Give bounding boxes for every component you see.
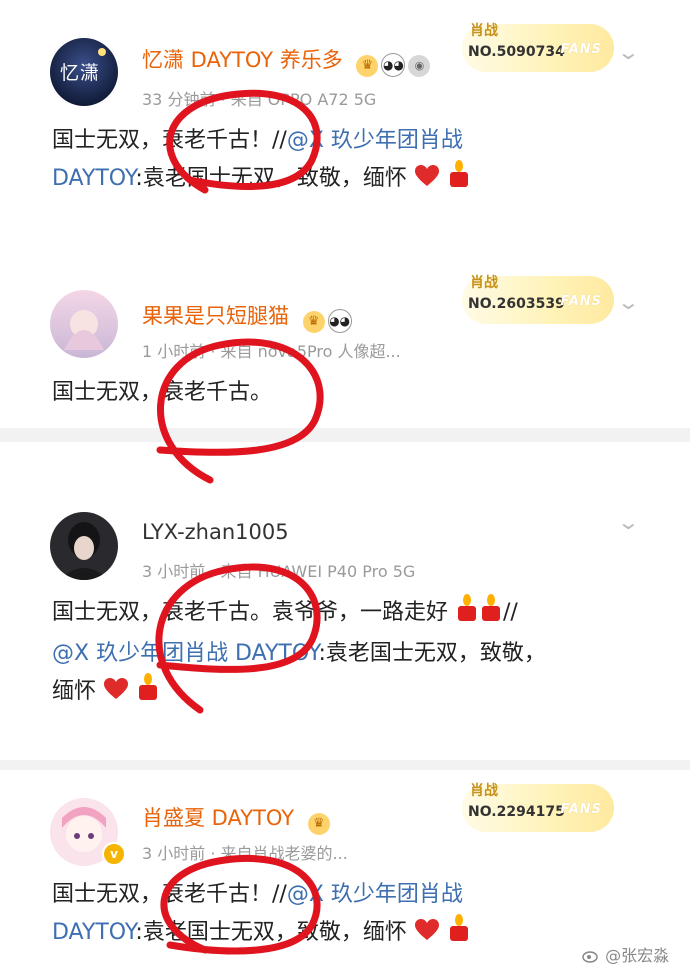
- watermark-text: @张宏淼: [605, 946, 670, 965]
- comment-card-3: LYX-zhan1005 3 小时前 · 来自 HUAWEI P40 Pro 5…: [0, 442, 690, 742]
- fans-tag: FANS: [560, 294, 602, 309]
- post-meta: 3 小时前 · 来自 HUAWEI P40 Pro 5G: [142, 562, 416, 581]
- post-meta: 33 分钟前 · 来自 OPPO A72 5G: [142, 90, 377, 109]
- heart-icon: [414, 917, 440, 955]
- username-text[interactable]: 果果是只短腿猫: [142, 304, 289, 328]
- user-badges: ♛: [305, 808, 330, 835]
- comment-text: 国士无双，衰老千古！//@X 玖少年团肖战 DAYTOY:袁老国士无双，致敬，缅…: [52, 122, 660, 201]
- weibo-logo-icon: [582, 948, 600, 963]
- chevron-down-icon[interactable]: ⌄: [617, 40, 640, 64]
- fans-badge[interactable]: 肖战 NO.5090734 FANS: [462, 23, 614, 72]
- username[interactable]: 忆潇 DAYTOY 养乐多 ♛ ◕◕ ◉: [142, 44, 431, 77]
- comment-text-line3: 缅怀: [52, 679, 97, 704]
- crown-icon: ♛: [307, 813, 330, 835]
- crown-icon: ♛: [356, 55, 379, 77]
- candle-icon: [447, 160, 471, 201]
- fans-badge[interactable]: 肖战 NO.2294175 FANS: [462, 783, 614, 832]
- post-meta: 1 小时前 · 来自 nova5Pro 人像超...: [142, 342, 401, 361]
- user-badges: ♛ ◕◕: [300, 306, 352, 333]
- fans-group-name: 肖战: [470, 275, 498, 291]
- mention-link-cont[interactable]: DAYTOY: [52, 920, 135, 945]
- comment-text-plain: 国士无双，衰老千古！//: [52, 882, 287, 907]
- fans-group-name: 肖战: [470, 783, 498, 799]
- comment-text: 国士无双，衰老千古！//@X 玖少年团肖战 DAYTOY:袁老国士无双，致敬，缅…: [52, 876, 660, 955]
- comment-text-plain: 国士无双，衰老千古。: [52, 380, 273, 405]
- fans-badge[interactable]: 肖战 NO.2603539 FANS: [462, 275, 614, 324]
- comment-text-plain: 国士无双，衰老千古！//: [52, 128, 287, 153]
- mention-link[interactable]: @X 玖少年团肖战: [287, 882, 463, 907]
- watermark: @张宏淼: [582, 942, 669, 966]
- divider: [0, 428, 690, 442]
- divider: [0, 212, 690, 262]
- avatar-image: [50, 290, 118, 358]
- fans-tag: FANS: [560, 802, 602, 817]
- avatar[interactable]: [50, 512, 118, 580]
- comment-card-4: v 肖盛夏 DAYTOY ♛ 3 小时前 · 来自肖战老婆的... 肖战 NO.…: [0, 770, 690, 969]
- fans-group-name: 肖战: [470, 23, 498, 39]
- chevron-down-icon[interactable]: ⌄: [617, 290, 640, 314]
- crown-icon: ♛: [302, 311, 325, 333]
- avatar[interactable]: 忆潇: [50, 38, 118, 106]
- divider: [0, 760, 690, 770]
- medal-icon: ◉: [408, 55, 431, 77]
- comment-text: 国士无双，衰老千古。: [52, 374, 660, 412]
- candle-icon: [455, 594, 479, 635]
- avatar[interactable]: [50, 290, 118, 358]
- username-text[interactable]: LYX-zhan1005: [142, 520, 289, 544]
- avatar-text: 忆潇: [60, 62, 101, 84]
- fans-number: NO.5090734: [468, 44, 565, 60]
- comment-text-slashes: //: [503, 600, 518, 625]
- username-text[interactable]: 肖盛夏 DAYTOY: [142, 806, 294, 830]
- candle-icon: [479, 594, 503, 635]
- heart-icon: [414, 163, 440, 201]
- username-text[interactable]: 忆潇 DAYTOY 养乐多: [142, 48, 343, 72]
- candle-icon: [136, 673, 160, 714]
- post-meta: 3 小时前 · 来自肖战老婆的...: [142, 844, 348, 863]
- mention-link[interactable]: @X 玖少年团肖战: [287, 128, 463, 153]
- candle-icon: [447, 914, 471, 955]
- comment-text-line2: :袁老国士无双，致敬，缅怀: [135, 920, 407, 945]
- mention-link[interactable]: @X 玖少年团肖战 DAYTOY: [52, 641, 318, 666]
- user-badges: ♛ ◕◕ ◉: [353, 50, 431, 77]
- username[interactable]: 肖盛夏 DAYTOY ♛: [142, 802, 330, 835]
- fans-tag: FANS: [560, 42, 602, 57]
- username[interactable]: LYX-zhan1005: [142, 520, 289, 544]
- mention-link-cont[interactable]: DAYTOY: [52, 166, 135, 191]
- panda-icon: ◕◕: [381, 53, 406, 77]
- panda-icon: ◕◕: [327, 309, 352, 333]
- heart-icon: [103, 676, 129, 714]
- comment-text: 国士无双，衰老千古。袁爷爷，一路走好 // @X 玖少年团肖战 DAYTOY:袁…: [52, 594, 660, 714]
- username[interactable]: 果果是只短腿猫 ♛ ◕◕: [142, 300, 352, 333]
- comment-card-2: 果果是只短腿猫 ♛ ◕◕ 1 小时前 · 来自 nova5Pro 人像超... 肖…: [0, 262, 690, 428]
- fans-number: NO.2294175: [468, 804, 565, 820]
- comment-text-line2: :袁老国士无双，致敬，缅怀: [135, 166, 407, 191]
- verified-badge: v: [102, 842, 126, 866]
- comment-text-line1: 国士无双，衰老千古。袁爷爷，一路走好: [52, 600, 449, 625]
- avatar-image: [50, 512, 118, 580]
- comment-card-1: 忆潇 忆潇 DAYTOY 养乐多 ♛ ◕◕ ◉ 33 分钟前 · 来自 OPPO A…: [0, 0, 690, 210]
- fans-number: NO.2603539: [468, 296, 565, 312]
- comment-text-line2: :袁老国士无双，致敬，: [318, 641, 546, 666]
- chevron-down-icon[interactable]: ⌄: [617, 510, 640, 534]
